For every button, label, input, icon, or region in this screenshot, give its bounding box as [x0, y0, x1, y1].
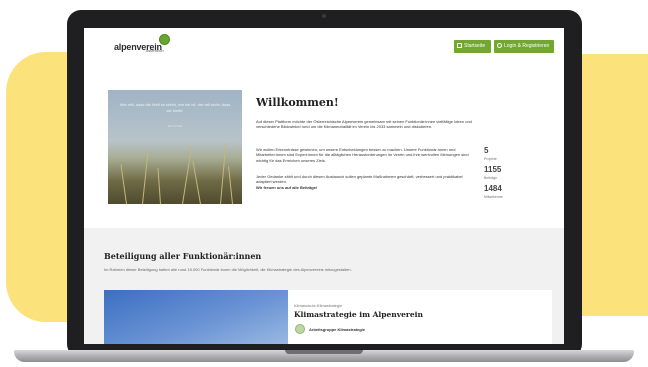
- grass-decor: [228, 166, 233, 204]
- intro-paragraph-2: Wir wollen Erkenntnisse gewinnen, um uns…: [256, 147, 469, 163]
- stat-participants-value: 1484: [484, 184, 502, 193]
- grass-decor: [120, 164, 127, 204]
- laptop-base-notch: [285, 350, 363, 354]
- login-button[interactable]: Login & Registrieren: [494, 40, 554, 53]
- intro-paragraph-1: Auf dieser Plattform möchte der Österrei…: [256, 119, 472, 130]
- stat-contributions-value: 1155: [484, 165, 502, 174]
- user-icon: [497, 43, 502, 48]
- stat-projects-label: Projekte: [484, 157, 497, 161]
- intro-paragraph-3: Jeder Gedanke zählt und durch diesen Aus…: [256, 174, 478, 190]
- hero-quote-author: Erich Fried: [167, 124, 183, 128]
- camera-dot: [322, 14, 326, 18]
- section-title: Beteiligung aller Funktionär:innen: [104, 251, 262, 261]
- stat-participants-label: Mitwirkende: [484, 195, 503, 199]
- section-description: Im Rahmen dieser Beteiligung hatten alle…: [104, 267, 352, 272]
- page-title: Willkommen!: [256, 96, 339, 109]
- author-avatar: [295, 324, 305, 334]
- site-logo[interactable]: alpenverein österreich: [114, 34, 170, 55]
- project-card-kicker: Klimaschutz-Klimastrategie: [294, 303, 343, 308]
- hero-quote: Wer will, dass die Welt so bleibt, wie s…: [119, 102, 231, 113]
- grass-decor: [142, 152, 149, 204]
- grass-decor: [220, 142, 227, 204]
- laptop-screen: alpenverein österreich Startseite Login …: [84, 28, 564, 344]
- site-header: alpenverein österreich Startseite Login …: [84, 28, 564, 66]
- logo-subtext: österreich: [146, 48, 164, 53]
- hero-image: Wer will, dass die Welt so bleibt, wie s…: [108, 90, 242, 204]
- project-card-title[interactable]: Klimastrategie im Alpenverein: [294, 310, 423, 319]
- project-card-image: [104, 290, 288, 344]
- project-card[interactable]: Klimaschutz-Klimastrategie Klimastrategi…: [104, 290, 552, 344]
- home-button-label: Startseite: [464, 43, 486, 49]
- intro-paragraph-3-bold: Wir freuen uns auf alle Beiträge!: [256, 184, 318, 190]
- intro-paragraph-3-text: Jeder Gedanke zählt und durch diesen Aus…: [256, 174, 463, 185]
- stat-projects-value: 5: [484, 146, 489, 155]
- home-button[interactable]: Startseite: [454, 40, 491, 53]
- home-icon: [457, 43, 462, 48]
- grass-decor: [157, 168, 161, 204]
- edelweiss-icon: [159, 34, 170, 45]
- stat-contributions-label: Beiträge: [484, 176, 498, 180]
- grass-decor: [182, 146, 193, 204]
- project-card-author: Arbeitsgruppe Klimastrategie: [309, 327, 366, 332]
- login-button-label: Login & Registrieren: [504, 43, 550, 49]
- participation-section: Beteiligung aller Funktionär:innen Im Ra…: [84, 228, 564, 344]
- grass-decor: [192, 160, 201, 204]
